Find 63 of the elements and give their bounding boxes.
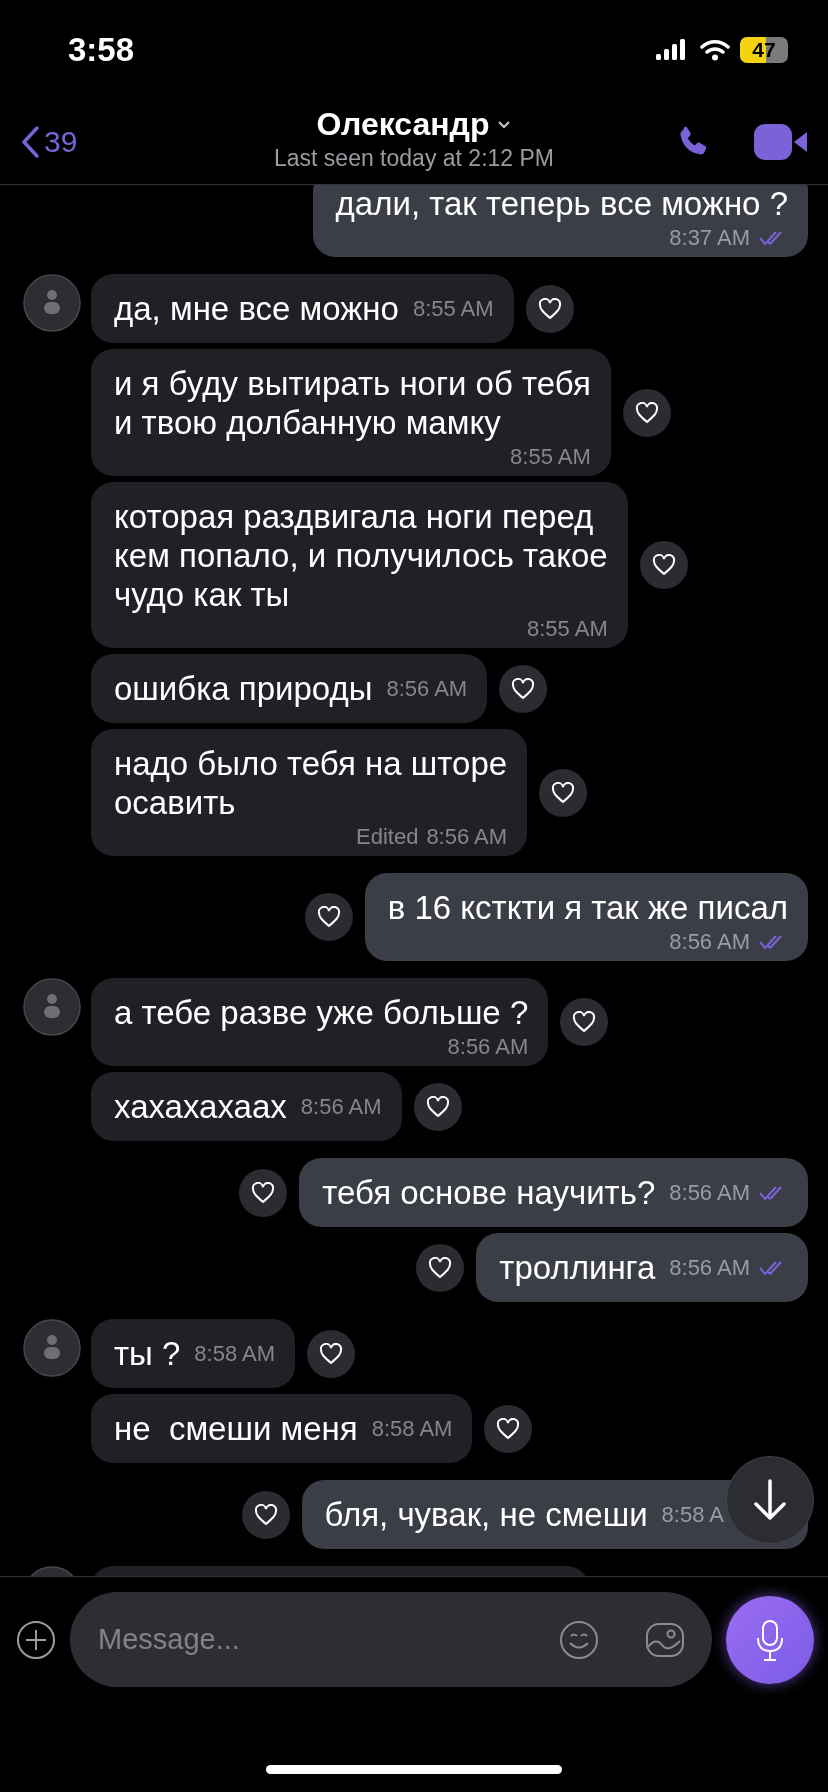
message-time: 8:56 AM xyxy=(300,1093,382,1120)
heart-icon xyxy=(572,1011,597,1033)
message-time: 8:56 AM xyxy=(447,1034,529,1060)
heart-icon xyxy=(251,1181,276,1204)
microphone-icon xyxy=(755,1617,785,1662)
heart-icon xyxy=(551,781,576,804)
last-seen-text: Last seen today at 2:12 PM xyxy=(274,145,554,172)
back-button[interactable]: 39 xyxy=(20,125,78,159)
heart-icon xyxy=(425,1095,450,1118)
heart-icon xyxy=(428,1256,453,1279)
message-time: 8:55 AM xyxy=(412,295,494,322)
contact-name[interactable]: Олександр xyxy=(316,106,512,143)
avatar-icon[interactable] xyxy=(23,1319,81,1377)
status-time: 3:58 xyxy=(68,31,135,69)
like-button[interactable] xyxy=(304,893,353,941)
video-camera-icon[interactable] xyxy=(754,123,808,161)
message-text: надо было тебя на шторе осавить xyxy=(114,745,508,821)
heart-icon xyxy=(253,1503,278,1526)
message-time: 8:58 AM xyxy=(371,1415,453,1442)
message-time: 8:56 AM xyxy=(669,1179,750,1206)
like-button[interactable] xyxy=(560,998,609,1046)
avatar-icon[interactable] xyxy=(23,978,81,1036)
heart-icon xyxy=(496,1417,521,1440)
wifi-icon xyxy=(700,39,730,61)
message-text: дали, так теперь все можно ? xyxy=(335,185,788,222)
like-button[interactable] xyxy=(639,541,688,589)
message-time: 8:56 AM xyxy=(669,929,750,955)
message-time: 8:37 AM xyxy=(669,225,750,251)
message-text: ты ? xyxy=(114,1334,181,1373)
avatar-icon[interactable] xyxy=(23,274,81,332)
arrow-down-icon xyxy=(751,1478,789,1522)
heart-icon xyxy=(511,677,536,700)
message-text: ошибка природы xyxy=(114,669,373,708)
message-text: которая раздвигала ноги перед кем попало, и получилось такое чудо как ты xyxy=(114,498,608,613)
caret-icon xyxy=(497,119,512,130)
message-time: 8:56 AM xyxy=(386,675,468,702)
message-text: и я буду вытирать ноги об тебя и твою долбанную мамку xyxy=(114,365,591,441)
back-chevron-icon xyxy=(20,125,40,159)
message-input[interactable]: Message... xyxy=(96,1622,514,1657)
message-text: не смеши меня xyxy=(114,1409,358,1448)
battery-level: 47 xyxy=(752,38,776,62)
message-text: в 16 ксткти я так же писал xyxy=(387,889,788,926)
edited-label: Edited xyxy=(356,824,419,850)
message-text: тебя основе научить? xyxy=(322,1173,656,1212)
heart-icon xyxy=(537,297,562,320)
message-time: 8:55 AM xyxy=(527,616,608,642)
message-text: да, мне все можно xyxy=(114,289,399,328)
message-text: хахахахаах xyxy=(114,1087,287,1126)
message-time: 8:55 AM xyxy=(510,444,591,470)
heart-icon xyxy=(634,401,659,424)
emoji-icon[interactable] xyxy=(558,1618,600,1661)
microphone-button[interactable] xyxy=(726,1595,814,1684)
message-text: троллинга xyxy=(499,1248,656,1287)
message-time: 8:56 AM xyxy=(426,824,508,850)
heart-icon xyxy=(319,1342,344,1365)
message-time: 8:58 A xyxy=(661,1501,724,1528)
message-text: бля, чувак, не смеши xyxy=(324,1495,648,1534)
add-icon[interactable] xyxy=(16,1619,56,1660)
heart-icon xyxy=(651,554,676,576)
heart-icon xyxy=(316,906,341,928)
message-time: 8:56 AM xyxy=(669,1254,750,1281)
message-time: 8:58 AM xyxy=(194,1340,276,1367)
message-text: а тебе разве уже больше ? xyxy=(114,994,529,1031)
